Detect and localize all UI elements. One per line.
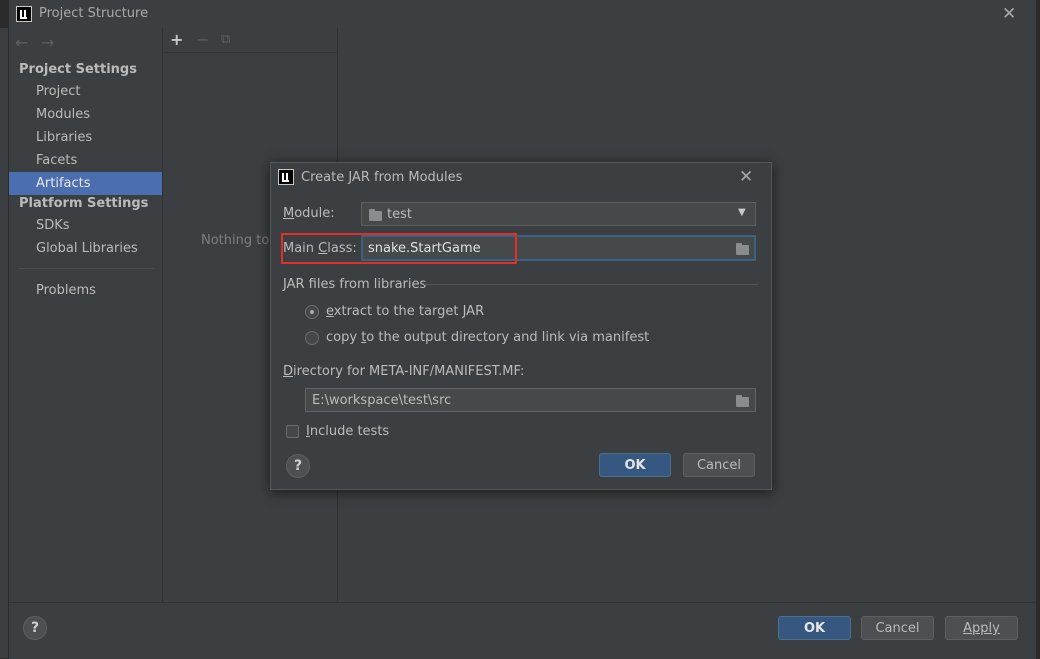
chevron-down-icon: ▼ xyxy=(738,207,746,218)
module-label: Module: xyxy=(283,206,335,221)
radio-copy-label[interactable]: copy to the output directory and link vi… xyxy=(326,330,649,345)
sidebar-item-modules[interactable]: Modules xyxy=(9,103,162,126)
manifest-dir-value: E:\workspace\test\src xyxy=(312,393,452,408)
create-jar-dialog: Create JAR from Modules ✕ Module: test ▼… xyxy=(270,162,772,490)
radio-copy[interactable] xyxy=(305,331,319,345)
help-button[interactable]: ? xyxy=(23,616,47,640)
bottom-button-bar: ? OK Cancel Apply xyxy=(9,602,1036,659)
jar-files-section-title: JAR files from libraries xyxy=(283,277,427,292)
sidebar-item-global-libraries[interactable]: Global Libraries xyxy=(9,237,162,260)
module-value: test xyxy=(387,207,412,222)
manifest-dir-input[interactable]: E:\workspace\test\src xyxy=(305,388,756,412)
project-settings-header: Project Settings xyxy=(19,62,137,77)
dialog-ok-button[interactable]: OK xyxy=(599,453,671,477)
remove-icon[interactable]: − xyxy=(196,30,209,49)
background-ide-strip xyxy=(0,28,8,658)
cancel-button[interactable]: Cancel xyxy=(861,616,934,640)
sidebar-divider xyxy=(19,268,154,269)
ok-button[interactable]: OK xyxy=(778,616,851,640)
manifest-dir-label: Directory for META-INF/MANIFEST.MF: xyxy=(283,364,525,379)
include-tests-label[interactable]: Include tests xyxy=(306,424,389,439)
platform-settings-header: Platform Settings xyxy=(19,196,149,211)
back-arrow-icon[interactable]: ← xyxy=(15,33,28,52)
sidebar-item-artifacts[interactable]: Artifacts xyxy=(9,172,162,195)
intellij-logo-icon xyxy=(278,169,294,185)
copy-icon[interactable]: ⧉ xyxy=(221,32,230,47)
dialog-help-button[interactable]: ? xyxy=(286,454,310,478)
window-close-icon[interactable]: ✕ xyxy=(1002,6,1016,23)
sidebar-item-libraries[interactable]: Libraries xyxy=(9,126,162,149)
browse-folder-icon[interactable] xyxy=(736,395,749,407)
artifacts-toolbar: + − ⧉ xyxy=(163,28,337,53)
window-title: Project Structure xyxy=(39,6,149,21)
settings-sidebar: ← → Project Settings Project Modules Lib… xyxy=(9,28,163,602)
sidebar-item-project[interactable]: Project xyxy=(9,80,162,103)
dialog-title: Create JAR from Modules xyxy=(301,170,463,185)
include-tests-checkbox[interactable] xyxy=(286,425,299,438)
dialog-close-icon[interactable]: ✕ xyxy=(739,169,753,186)
sidebar-item-sdks[interactable]: SDKs xyxy=(9,214,162,237)
sidebar-item-problems[interactable]: Problems xyxy=(9,279,162,302)
radio-extract-label[interactable]: extract to the target JAR xyxy=(326,304,484,319)
section-divider xyxy=(424,284,758,285)
dialog-cancel-button[interactable]: Cancel xyxy=(683,453,755,477)
module-select[interactable]: test ▼ xyxy=(361,202,756,226)
apply-button[interactable]: Apply xyxy=(945,616,1018,640)
sidebar-item-facets[interactable]: Facets xyxy=(9,149,162,172)
annotation-highlight-box xyxy=(281,233,517,264)
radio-extract[interactable] xyxy=(305,305,319,319)
empty-list-text: Nothing to s xyxy=(201,233,281,248)
browse-folder-icon[interactable] xyxy=(736,243,749,255)
title-bar: Project Structure ✕ xyxy=(9,0,1036,28)
forward-arrow-icon[interactable]: → xyxy=(41,33,54,52)
intellij-logo-icon xyxy=(16,6,32,22)
strip-mark xyxy=(0,122,8,132)
module-folder-icon xyxy=(369,209,382,221)
add-icon[interactable]: + xyxy=(170,30,183,49)
